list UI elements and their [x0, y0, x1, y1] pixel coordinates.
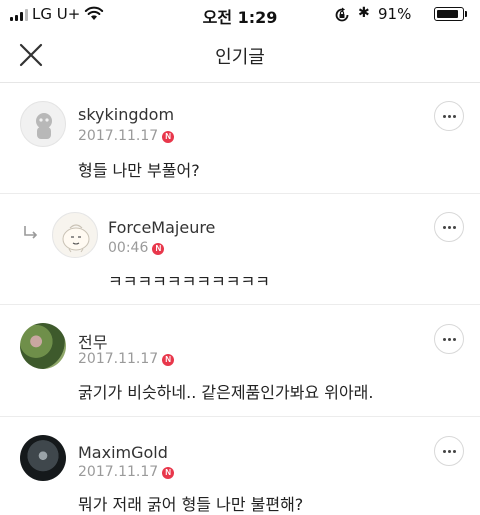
comment-username[interactable]: ForceMajeure — [108, 218, 215, 237]
comment-date-text: 2017.11.17 — [78, 351, 159, 367]
avatar[interactable] — [20, 435, 66, 481]
rotation-lock-icon — [335, 7, 349, 22]
new-badge: N — [162, 131, 175, 143]
comment-username[interactable]: MaximGold — [78, 443, 168, 462]
battery-percent: 91% — [378, 5, 412, 23]
more-options-button[interactable] — [434, 324, 464, 354]
comment-date: 00:46 N — [108, 240, 165, 256]
status-bar: LG U+ 오전 1:29 ✱ 91% — [0, 0, 480, 28]
comment-date: 2017.11.17 N — [78, 464, 175, 480]
more-options-button[interactable] — [434, 212, 464, 242]
comment-item: 전무 2017.11.17 N 굵기가 비슷하네.. 같은제품인가봐요 위아래. — [0, 305, 480, 417]
battery-icon — [434, 7, 464, 21]
comment-username[interactable]: 전무 — [78, 329, 107, 353]
peach-character-icon — [62, 224, 90, 253]
new-badge: N — [162, 354, 175, 366]
comment-date: 2017.11.17 N — [78, 128, 175, 144]
comment-body: 굵기가 비슷하네.. 같은제품인가봐요 위아래. — [78, 383, 374, 402]
comment-date-text: 00:46 — [108, 240, 149, 256]
comment-username[interactable]: skykingdom — [78, 105, 174, 124]
battery-tip — [465, 11, 467, 17]
comment-date: 2017.11.17 N — [78, 351, 175, 367]
reply-item: ForceMajeure 00:46 N ㅋㅋㅋㅋㅋㅋㅋㅋㅋㅋㅋ — [0, 194, 480, 305]
comment-item: MaximGold 2017.11.17 N 뭐가 저래 굵어 형들 나만 불편해… — [0, 417, 480, 514]
comment-body: 형들 나만 부풀어? — [78, 161, 200, 180]
more-options-button[interactable] — [434, 436, 464, 466]
avatar[interactable] — [52, 212, 98, 258]
comment-body: ㅋㅋㅋㅋㅋㅋㅋㅋㅋㅋㅋ — [108, 272, 270, 291]
comment-date-text: 2017.11.17 — [78, 464, 159, 480]
new-badge: N — [162, 467, 175, 479]
comment-body: 뭐가 저래 굵어 형들 나만 불편해? — [78, 495, 304, 514]
battery-level — [437, 10, 458, 18]
default-avatar-icon — [36, 113, 52, 139]
more-options-button[interactable] — [434, 101, 464, 131]
reply-arrow-icon — [24, 226, 38, 239]
avatar[interactable] — [20, 101, 66, 147]
new-badge: N — [152, 243, 165, 255]
nav-header: 인기글 — [0, 28, 480, 83]
comment-item: skykingdom 2017.11.17 N 형들 나만 부풀어? — [0, 83, 480, 194]
bluetooth-icon: ✱ — [358, 5, 370, 21]
comment-date-text: 2017.11.17 — [78, 128, 159, 144]
avatar[interactable] — [20, 323, 66, 369]
page-title: 인기글 — [215, 47, 265, 68]
